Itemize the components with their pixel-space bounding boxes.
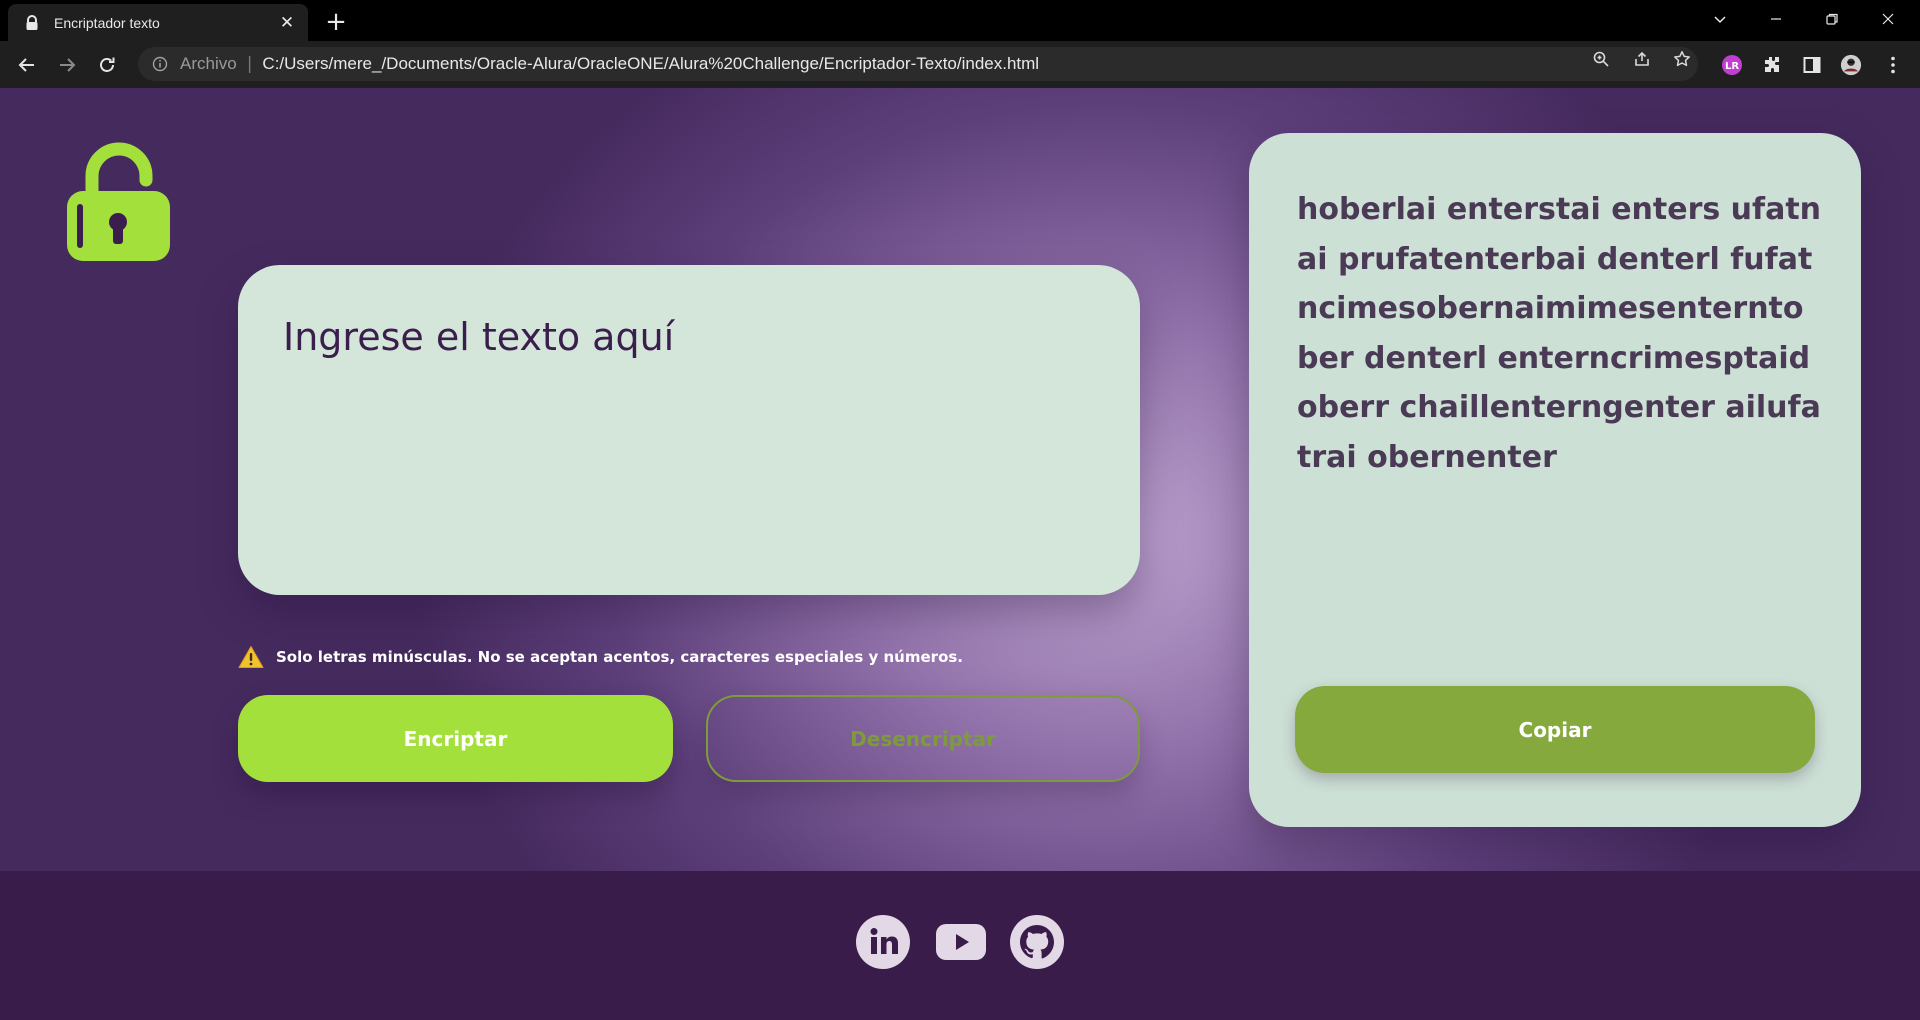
address-bar[interactable]: Archivo | C:/Users/mere_/Documents/Oracl… (138, 47, 1698, 81)
text-input-area[interactable] (283, 315, 1093, 555)
tab-close-icon[interactable]: ✕ (276, 12, 298, 34)
info-icon[interactable] (152, 55, 170, 73)
new-tab-button[interactable]: + (322, 8, 350, 36)
lock-favicon-icon (24, 14, 42, 32)
zoom-icon[interactable] (1591, 49, 1611, 69)
forward-arrow-icon[interactable] (52, 50, 82, 80)
more-menu-icon[interactable] (1882, 54, 1904, 76)
linkedin-icon[interactable] (855, 914, 911, 970)
back-arrow-icon[interactable] (12, 50, 42, 80)
browser-toolbar: Archivo | C:/Users/mere_/Documents/Oracl… (0, 41, 1920, 88)
close-window-icon[interactable] (1866, 0, 1910, 38)
unlocked-padlock-logo-icon (62, 136, 174, 264)
browser-tabbar: Encriptador texto ✕ + (0, 0, 1920, 41)
user-avatar-icon[interactable] (1840, 54, 1862, 76)
extensions-puzzle-icon[interactable] (1761, 54, 1783, 76)
copy-button[interactable]: Copiar (1295, 686, 1815, 773)
minimize-window-icon[interactable] (1754, 0, 1798, 38)
svg-text:LR: LR (1725, 61, 1739, 72)
url-text[interactable]: C:/Users/mere_/Documents/Oracle-Alura/Or… (262, 54, 1039, 74)
restore-window-icon[interactable] (1810, 0, 1854, 38)
page-content: Solo letras minúsculas. No se aceptan ac… (0, 88, 1920, 1020)
decrypt-button[interactable]: Desencriptar (706, 695, 1140, 782)
tab-title: Encriptador texto (54, 14, 160, 31)
youtube-icon[interactable] (933, 914, 989, 970)
extension-profile-icon[interactable]: LR (1721, 54, 1743, 76)
tab-search-chevron-icon[interactable] (1698, 0, 1742, 38)
encrypt-button[interactable]: Encriptar (238, 695, 673, 782)
warning-triangle-icon (238, 644, 264, 670)
github-icon[interactable] (1009, 914, 1065, 970)
scheme-separator: | (246, 54, 253, 74)
warning-text: Solo letras minúsculas. No se aceptan ac… (276, 648, 963, 666)
bookmark-star-icon[interactable] (1672, 49, 1692, 69)
output-card: hoberlai enterstai enters ufatnai prufat… (1249, 133, 1861, 827)
scheme-label: Archivo (180, 54, 237, 73)
share-icon[interactable] (1632, 49, 1652, 69)
reload-icon[interactable] (92, 50, 122, 80)
encrypted-output-text: hoberlai enterstai enters ufatnai prufat… (1297, 192, 1822, 475)
side-panel-icon[interactable] (1801, 54, 1823, 76)
browser-tab[interactable]: Encriptador texto ✕ (8, 4, 308, 41)
text-input-card (238, 265, 1140, 595)
input-rules-warning: Solo letras minúsculas. No se aceptan ac… (238, 644, 963, 670)
